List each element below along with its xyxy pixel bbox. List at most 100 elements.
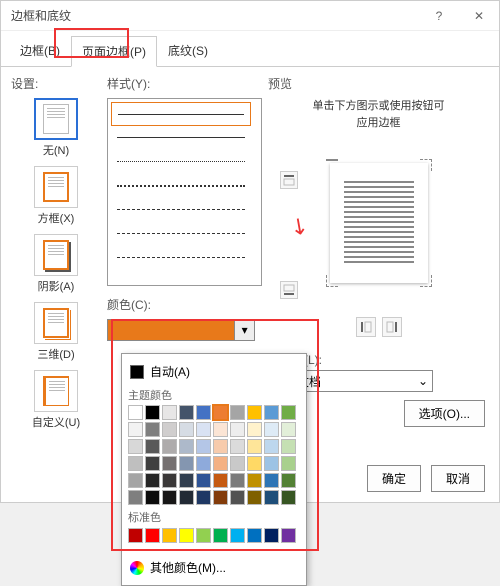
color-swatch[interactable] [213,528,228,543]
setting-3d[interactable]: 三维(D) [11,302,101,362]
color-swatch[interactable] [230,473,245,488]
color-swatch[interactable] [128,456,143,471]
color-swatch[interactable] [145,473,160,488]
color-swatch[interactable] [264,456,279,471]
color-swatch[interactable] [196,422,211,437]
color-swatch[interactable] [281,439,296,454]
color-swatch[interactable] [281,405,296,420]
color-auto-row[interactable]: 自动(A) [128,360,300,383]
color-swatch[interactable] [145,456,160,471]
border-right-toggle[interactable] [382,317,402,337]
border-left-toggle[interactable] [356,317,376,337]
auto-swatch [130,365,144,379]
color-swatch[interactable] [179,528,194,543]
color-swatch[interactable] [264,422,279,437]
color-swatch[interactable] [213,422,228,437]
color-swatch[interactable] [213,473,228,488]
style-option[interactable] [111,126,251,150]
style-option[interactable] [111,222,251,246]
tabbar: 边框(B) 页面边框(P) 底纹(S) [1,31,499,67]
annotation-arrow: ↘ [284,210,314,242]
color-swatch[interactable] [145,422,160,437]
color-swatch[interactable] [179,405,194,420]
color-dropdown-popup: 自动(A) 主题颜色 标准色 其他颜色(M)... [121,353,307,586]
color-swatch[interactable] [230,528,245,543]
color-swatch[interactable] [145,405,160,420]
border-top-toggle[interactable] [280,171,298,189]
color-swatch[interactable] [247,473,262,488]
color-swatch[interactable] [230,456,245,471]
tab-border[interactable]: 边框(B) [9,35,71,66]
color-swatch[interactable] [247,456,262,471]
standard-colors-label: 标准色 [128,509,300,525]
tab-page-border[interactable]: 页面边框(P) [71,36,157,67]
color-swatch[interactable] [281,473,296,488]
color-swatch[interactable] [196,528,211,543]
color-swatch[interactable] [230,439,245,454]
setting-none[interactable]: 无(N) [11,98,101,158]
options-button[interactable]: 选项(O)... [404,400,485,427]
style-option[interactable] [111,246,251,270]
style-option[interactable] [111,174,251,198]
color-swatch[interactable] [247,439,262,454]
color-swatch[interactable] [230,422,245,437]
setting-custom[interactable]: 自定义(U) [11,370,101,430]
help-button[interactable]: ? [419,1,459,31]
theme-colors-label: 主题颜色 [128,387,300,403]
color-swatch[interactable] [196,405,211,420]
theme-color-grid [128,405,300,505]
setting-shadow[interactable]: 阴影(A) [11,234,101,294]
close-button[interactable]: ✕ [459,1,499,31]
more-colors-row[interactable]: 其他颜色(M)... [128,556,300,579]
color-swatch[interactable] [264,528,279,543]
color-swatch[interactable] [128,439,143,454]
color-swatch[interactable] [230,405,245,420]
preview-page[interactable] [330,163,428,283]
color-swatch[interactable] [179,422,194,437]
color-swatch[interactable] [128,405,143,420]
standard-color-strip [128,528,300,543]
color-label: 颜色(C): [107,296,262,313]
style-listbox[interactable] [107,98,262,286]
style-option[interactable] [111,150,251,174]
color-swatch[interactable] [247,528,262,543]
color-swatch[interactable] [264,405,279,420]
border-bottom-toggle[interactable] [280,281,298,299]
color-swatch[interactable] [145,528,160,543]
color-swatch[interactable] [128,422,143,437]
ok-button[interactable]: 确定 [367,465,421,492]
color-swatch[interactable] [179,456,194,471]
color-swatch[interactable] [247,422,262,437]
color-swatch[interactable] [179,439,194,454]
color-swatch[interactable] [281,456,296,471]
color-swatch[interactable] [281,422,296,437]
color-swatch[interactable] [128,473,143,488]
style-option[interactable] [111,102,251,126]
setting-box[interactable]: 方框(X) [11,166,101,226]
color-swatch[interactable] [179,473,194,488]
color-swatch[interactable] [162,473,177,488]
color-swatch[interactable] [196,473,211,488]
color-swatch[interactable] [162,528,177,543]
borders-shading-dialog: 边框和底纹 ? ✕ 边框(B) 页面边框(P) 底纹(S) 设置: 无(N) 方… [0,0,500,503]
cancel-button[interactable]: 取消 [431,465,485,492]
color-swatch[interactable] [162,405,177,420]
color-swatch[interactable] [264,439,279,454]
chevron-down-icon[interactable]: ▾ [234,320,254,340]
color-swatch[interactable] [213,456,228,471]
color-swatch[interactable] [145,439,160,454]
tab-shading[interactable]: 底纹(S) [157,35,219,66]
color-swatch[interactable] [162,439,177,454]
color-swatch[interactable] [196,439,211,454]
color-swatch[interactable] [213,405,228,420]
color-swatch[interactable] [128,528,143,543]
color-swatch[interactable] [247,405,262,420]
color-swatch[interactable] [281,528,296,543]
color-swatch[interactable] [213,439,228,454]
style-option[interactable] [111,198,251,222]
color-select[interactable]: ▾ [107,319,255,341]
color-swatch[interactable] [162,456,177,471]
color-swatch[interactable] [196,456,211,471]
color-swatch[interactable] [162,422,177,437]
color-swatch[interactable] [264,473,279,488]
